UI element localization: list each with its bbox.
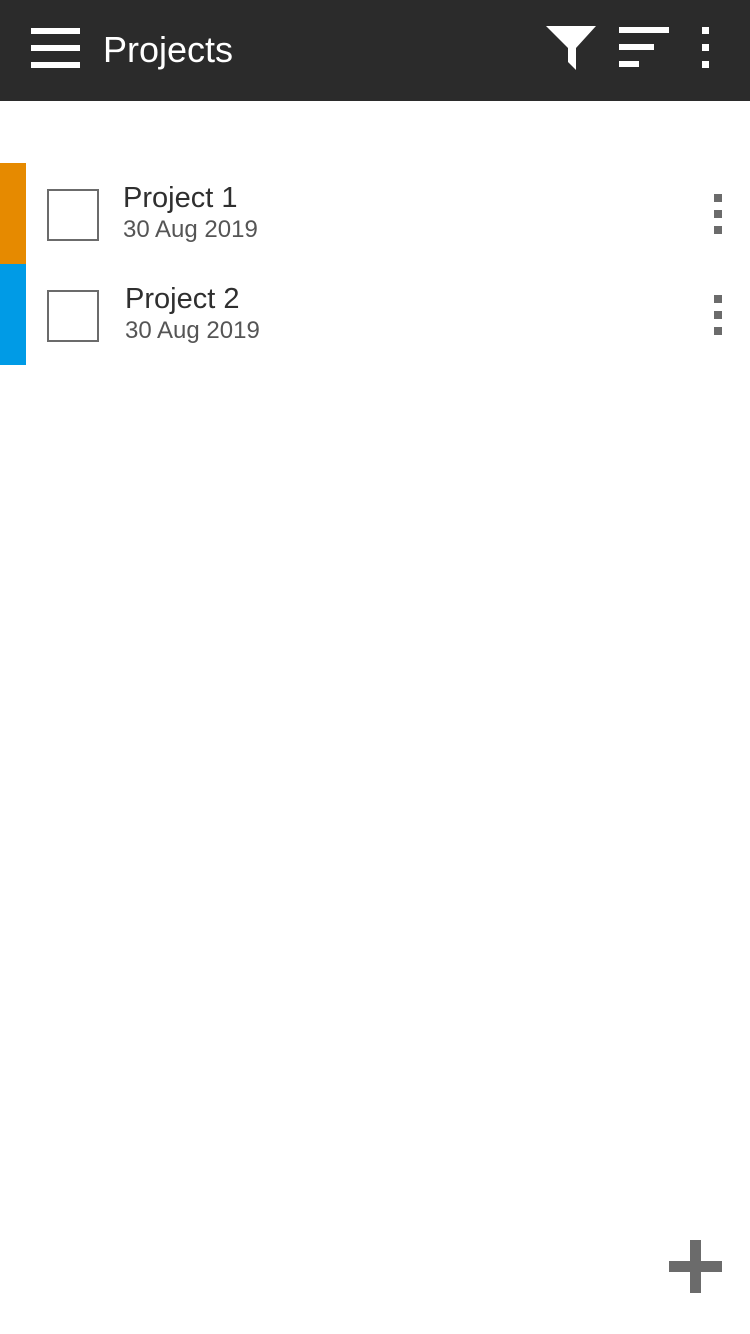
dot bbox=[714, 311, 722, 319]
project-color-indicator bbox=[0, 163, 26, 264]
page-title: Projects bbox=[103, 29, 234, 70]
hamburger-line bbox=[31, 62, 80, 68]
dot bbox=[714, 194, 722, 202]
add-project-button[interactable] bbox=[662, 1233, 729, 1300]
dot bbox=[714, 210, 722, 218]
hamburger-menu-icon[interactable] bbox=[31, 28, 80, 68]
dot bbox=[714, 226, 722, 234]
dot bbox=[714, 327, 722, 335]
app-bar: Projects bbox=[0, 0, 750, 101]
hamburger-line bbox=[31, 45, 80, 51]
overflow-menu-icon[interactable] bbox=[696, 24, 716, 72]
project-row[interactable]: Project 2 30 Aug 2019 bbox=[0, 264, 750, 365]
project-checkbox[interactable] bbox=[47, 189, 99, 241]
plus-icon bbox=[690, 1240, 701, 1293]
dot bbox=[702, 27, 709, 34]
sort-line bbox=[619, 61, 639, 67]
project-name: Project 2 bbox=[125, 283, 240, 315]
project-list: Project 1 30 Aug 2019 Project 2 30 Aug 2… bbox=[0, 163, 750, 365]
project-name: Project 1 bbox=[123, 182, 238, 214]
dot bbox=[702, 44, 709, 51]
filter-icon[interactable] bbox=[544, 24, 598, 72]
sort-line bbox=[619, 44, 654, 50]
hamburger-line bbox=[31, 28, 80, 34]
project-checkbox[interactable] bbox=[47, 290, 99, 342]
project-date: 30 Aug 2019 bbox=[123, 216, 258, 243]
sort-icon[interactable] bbox=[619, 27, 670, 69]
project-menu-icon[interactable] bbox=[706, 291, 730, 339]
project-color-indicator bbox=[0, 264, 26, 365]
project-menu-icon[interactable] bbox=[706, 190, 730, 238]
project-date: 30 Aug 2019 bbox=[125, 317, 260, 344]
dot bbox=[714, 295, 722, 303]
sort-line bbox=[619, 27, 669, 33]
project-row[interactable]: Project 1 30 Aug 2019 bbox=[0, 163, 750, 264]
dot bbox=[702, 61, 709, 68]
